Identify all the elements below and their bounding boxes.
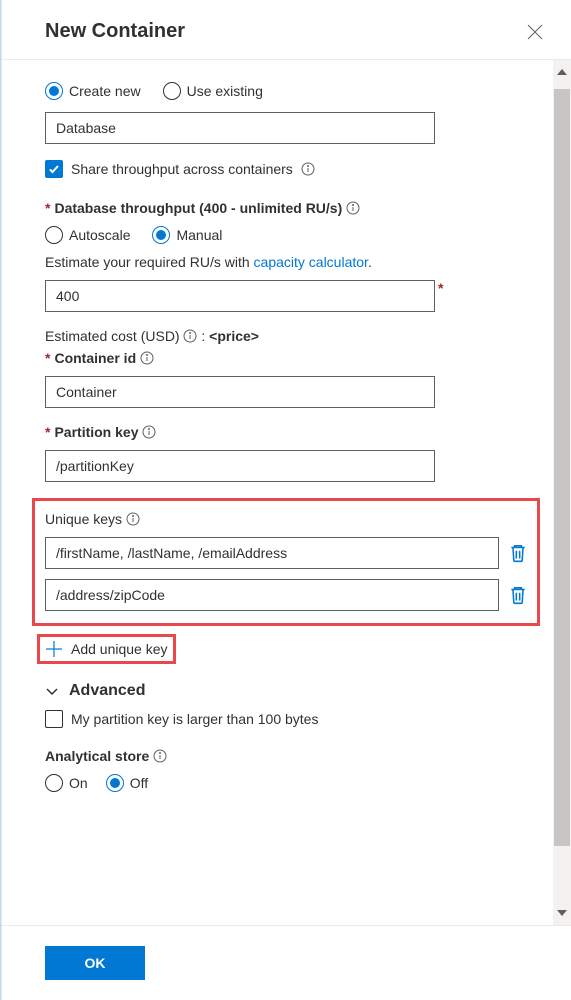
- radio-selected-icon: [45, 82, 63, 100]
- radio-selected-icon: [106, 774, 124, 792]
- panel-footer: OK: [1, 925, 571, 1000]
- advanced-toggle[interactable]: Advanced: [45, 682, 527, 700]
- cost-label: Estimated cost (USD): [45, 328, 183, 344]
- share-throughput-checkbox[interactable]: [45, 160, 63, 178]
- info-icon[interactable]: [183, 329, 197, 343]
- unique-key-row: [45, 579, 527, 611]
- scroll-up-icon[interactable]: [556, 66, 568, 78]
- info-icon[interactable]: [126, 512, 140, 526]
- large-partition-label: My partition key is larger than 100 byte…: [71, 711, 318, 727]
- required-asterisk: *: [45, 200, 50, 216]
- container-id-input[interactable]: [45, 376, 435, 408]
- unique-keys-label: Unique keys: [45, 511, 122, 527]
- radio-autoscale[interactable]: Autoscale: [45, 226, 130, 244]
- radio-on-label: On: [69, 775, 88, 791]
- unique-key-input-0[interactable]: [45, 537, 499, 569]
- container-id-label: Container id: [54, 350, 136, 366]
- estimate-prefix: Estimate your required RU/s with: [45, 254, 254, 270]
- estimate-suffix: .: [368, 254, 372, 270]
- radio-create-new[interactable]: Create new: [45, 82, 141, 100]
- radio-use-existing-label: Use existing: [187, 83, 263, 99]
- radio-manual[interactable]: Manual: [152, 226, 222, 244]
- advanced-label: Advanced: [69, 682, 145, 700]
- info-icon[interactable]: [142, 425, 156, 439]
- panel-title: New Container: [45, 20, 185, 43]
- large-partition-checkbox[interactable]: [45, 710, 63, 728]
- scrollbar-thumb[interactable]: [554, 89, 570, 846]
- plus-icon: [45, 640, 63, 658]
- chevron-down-icon: [45, 684, 59, 698]
- throughput-input[interactable]: [45, 280, 435, 312]
- radio-unselected-icon: [163, 82, 181, 100]
- radio-selected-icon: [152, 226, 170, 244]
- panel-header: New Container: [1, 0, 571, 60]
- partition-key-input[interactable]: [45, 450, 435, 482]
- required-asterisk: *: [45, 424, 50, 440]
- throughput-help-text: Estimate your required RU/s with capacit…: [45, 254, 527, 270]
- estimated-cost-line: Estimated cost (USD) : <price>: [45, 328, 527, 344]
- radio-use-existing[interactable]: Use existing: [163, 82, 263, 100]
- info-icon[interactable]: [140, 351, 154, 365]
- info-icon[interactable]: [301, 162, 315, 176]
- scrollbar-track[interactable]: [553, 60, 571, 925]
- share-throughput-label: Share throughput across containers: [71, 161, 293, 177]
- radio-off-label: Off: [130, 775, 148, 791]
- scroll-down-icon[interactable]: [556, 907, 568, 919]
- ok-button[interactable]: OK: [45, 946, 145, 980]
- cost-value: <price>: [209, 328, 259, 344]
- unique-key-input-1[interactable]: [45, 579, 499, 611]
- delete-icon[interactable]: [509, 585, 527, 605]
- info-icon[interactable]: [153, 749, 167, 763]
- delete-icon[interactable]: [509, 543, 527, 563]
- add-unique-key-button[interactable]: Add unique key: [45, 640, 168, 658]
- close-icon[interactable]: [527, 24, 543, 40]
- unique-key-row: [45, 537, 527, 569]
- radio-analytical-off[interactable]: Off: [106, 774, 148, 792]
- radio-manual-label: Manual: [176, 227, 222, 243]
- database-name-input[interactable]: [45, 112, 435, 144]
- throughput-label: Database throughput (400 - unlimited RU/…: [54, 200, 342, 216]
- required-asterisk: *: [45, 350, 50, 366]
- unique-keys-highlight-box: Unique keys: [32, 498, 540, 626]
- capacity-calculator-link[interactable]: capacity calculator: [254, 254, 368, 270]
- add-unique-key-label: Add unique key: [71, 641, 168, 657]
- required-asterisk: *: [438, 280, 443, 296]
- radio-analytical-on[interactable]: On: [45, 774, 88, 792]
- partition-key-label: Partition key: [54, 424, 138, 440]
- radio-unselected-icon: [45, 226, 63, 244]
- radio-create-new-label: Create new: [69, 83, 141, 99]
- radio-autoscale-label: Autoscale: [69, 227, 130, 243]
- add-unique-key-highlight-box: Add unique key: [37, 634, 176, 664]
- analytical-store-label: Analytical store: [45, 748, 149, 764]
- panel-content: Create new Use existing Share throughput…: [1, 60, 571, 925]
- radio-unselected-icon: [45, 774, 63, 792]
- info-icon[interactable]: [346, 201, 360, 215]
